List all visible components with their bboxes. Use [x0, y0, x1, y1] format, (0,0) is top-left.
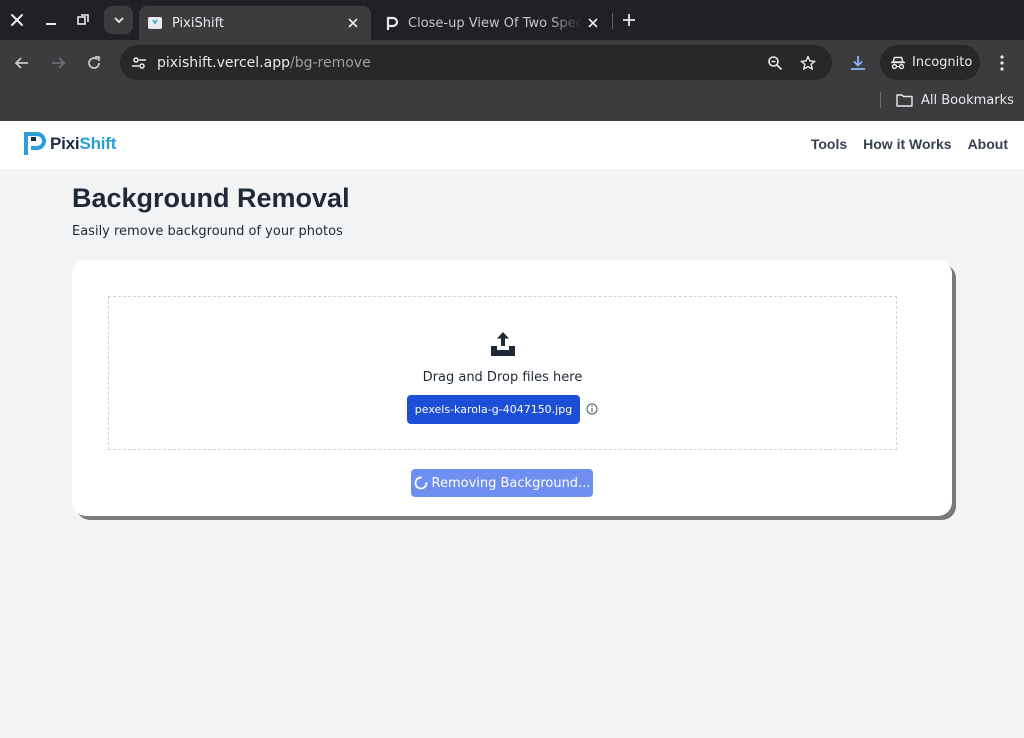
address-bar[interactable]: pixishift.vercel.app/bg-remove — [120, 45, 832, 80]
download-icon[interactable] — [842, 47, 874, 79]
tab-closeup-view[interactable]: Close-up View Of Two Species — [375, 6, 611, 40]
logo-text-pixi: Pixi — [50, 134, 80, 153]
close-window-icon[interactable] — [3, 6, 31, 34]
all-bookmarks-button[interactable]: All Bookmarks — [896, 90, 1014, 110]
bookmarks-separator — [880, 92, 881, 108]
address-url: pixishift.vercel.app/bg-remove — [157, 55, 371, 71]
tab-divider — [612, 13, 613, 29]
url-path: /bg-remove — [289, 54, 371, 71]
selected-file-button[interactable]: pexels-karola-g-4047150.jpg — [407, 395, 580, 424]
site-header: PixiShift Tools How it Works About — [0, 121, 1024, 169]
restore-window-icon[interactable] — [69, 6, 97, 34]
zoom-icon[interactable] — [761, 49, 789, 77]
upload-tray-icon — [491, 332, 515, 356]
remove-background-label: Removing Background... — [431, 475, 591, 491]
browser-toolbar: pixishift.vercel.app/bg-remove Incognito — [0, 40, 1024, 86]
site-logo[interactable]: PixiShift — [24, 132, 116, 156]
nav-how-it-works[interactable]: How it Works — [863, 136, 951, 152]
file-dropzone[interactable]: Drag and Drop files here pexels-karola-g… — [108, 296, 897, 450]
forward-arrow-icon[interactable] — [42, 47, 74, 79]
tab-pixishift[interactable]: PixiShift — [139, 6, 371, 40]
tab-search-chevron-icon[interactable] — [104, 6, 133, 34]
pexels-favicon-icon — [383, 15, 399, 31]
new-tab-plus-icon[interactable] — [615, 6, 643, 34]
nav-tools[interactable]: Tools — [811, 136, 847, 152]
page-content: PixiShift Tools How it Works About Backg… — [0, 121, 1024, 738]
incognito-icon — [890, 56, 906, 70]
browser-tabbar: PixiShift Close-up View Of Two Species — [0, 0, 1024, 40]
page-subtitle: Easily remove background of your photos — [72, 224, 343, 239]
nav-about[interactable]: About — [968, 136, 1008, 152]
site-settings-icon[interactable] — [124, 49, 154, 77]
dropzone-text: Drag and Drop files here — [422, 370, 583, 385]
pixishift-favicon-icon — [147, 15, 163, 31]
bookmark-star-icon[interactable] — [794, 49, 822, 77]
minimize-window-icon[interactable] — [37, 6, 65, 34]
folder-icon — [896, 93, 913, 107]
close-tab-icon[interactable] — [343, 13, 363, 33]
site-nav: Tools How it Works About — [811, 136, 1008, 152]
tab-title: Close-up View Of Two Species — [408, 15, 583, 31]
reload-icon[interactable] — [78, 47, 110, 79]
logo-text: PixiShift — [50, 134, 116, 154]
logo-text-shift: Shift — [79, 134, 117, 153]
all-bookmarks-label: All Bookmarks — [921, 92, 1014, 108]
upload-card: Drag and Drop files here pexels-karola-g… — [72, 260, 952, 516]
tab-title: PixiShift — [172, 15, 225, 31]
page-title: Background Removal — [72, 183, 350, 213]
incognito-profile-button[interactable]: Incognito — [880, 45, 980, 80]
browser-menu-icon[interactable] — [986, 47, 1018, 79]
remove-background-button[interactable]: Removing Background... — [411, 469, 593, 497]
url-domain: pixishift.vercel.app — [157, 54, 290, 71]
close-tab-icon[interactable] — [583, 13, 603, 33]
info-icon[interactable] — [586, 403, 598, 415]
loading-spinner-icon — [414, 476, 428, 490]
back-arrow-icon[interactable] — [6, 47, 38, 79]
bookmarks-bar: All Bookmarks — [0, 86, 1024, 121]
incognito-label: Incognito — [912, 55, 973, 70]
pixishift-logo-icon — [24, 132, 46, 155]
